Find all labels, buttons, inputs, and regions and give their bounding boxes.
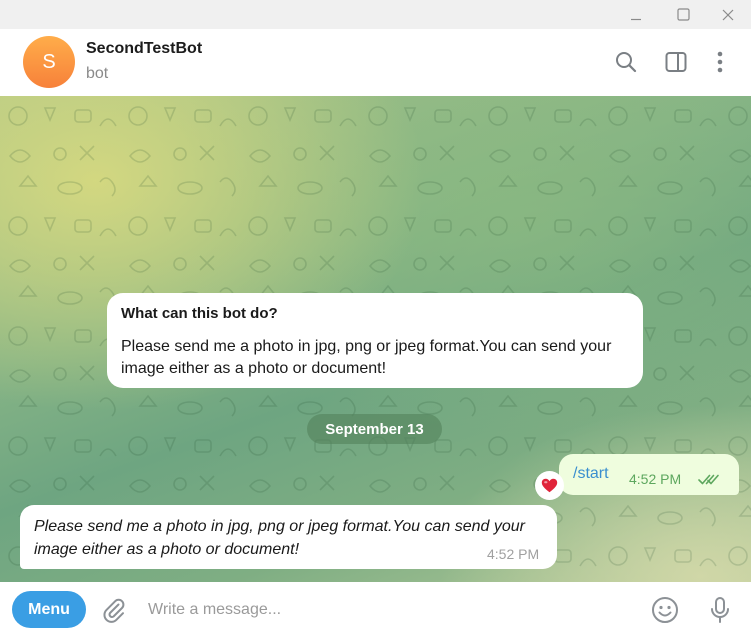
bot-command-link[interactable]: /start	[573, 465, 609, 483]
bot-info-card: What can this bot do? Please send me a p…	[107, 293, 643, 388]
window-titlebar	[0, 0, 751, 29]
chat-area[interactable]: What can this bot do? Please send me a p…	[0, 96, 751, 582]
peer-name[interactable]: SecondTestBot	[86, 40, 202, 58]
chat-header: S SecondTestBot bot	[0, 29, 751, 96]
message-time: 4:52 PM	[487, 546, 540, 562]
microphone-icon[interactable]	[704, 594, 736, 626]
date-separator[interactable]: September 13	[307, 414, 442, 444]
emoji-icon[interactable]	[649, 594, 681, 626]
more-vertical-icon[interactable]	[706, 48, 734, 76]
message-text: Please send me a photo in jpg, png or jp…	[34, 518, 525, 558]
bot-info-title: What can this bot do?	[121, 305, 278, 322]
maximize-icon[interactable]	[663, 0, 703, 29]
message-input[interactable]	[140, 594, 620, 626]
minimize-icon[interactable]	[616, 0, 656, 29]
incoming-message[interactable]: Please send me a photo in jpg, png or jp…	[20, 505, 557, 569]
avatar[interactable]: S	[23, 36, 75, 88]
double-check-icon	[698, 472, 720, 490]
message-time: 4:52 PM	[629, 471, 682, 487]
message-composer: Menu	[0, 582, 751, 640]
heart-reaction-icon[interactable]	[535, 471, 564, 500]
sidebar-toggle-icon[interactable]	[662, 48, 690, 76]
bot-info-text: Please send me a photo in jpg, png or jp…	[121, 338, 612, 377]
peer-status: bot	[86, 65, 109, 82]
search-icon[interactable]	[612, 48, 640, 76]
close-icon[interactable]	[708, 0, 748, 29]
outgoing-message[interactable]: /start 4:52 PM	[559, 454, 739, 495]
bot-menu-button[interactable]: Menu	[12, 591, 86, 628]
paperclip-icon[interactable]	[98, 594, 130, 626]
